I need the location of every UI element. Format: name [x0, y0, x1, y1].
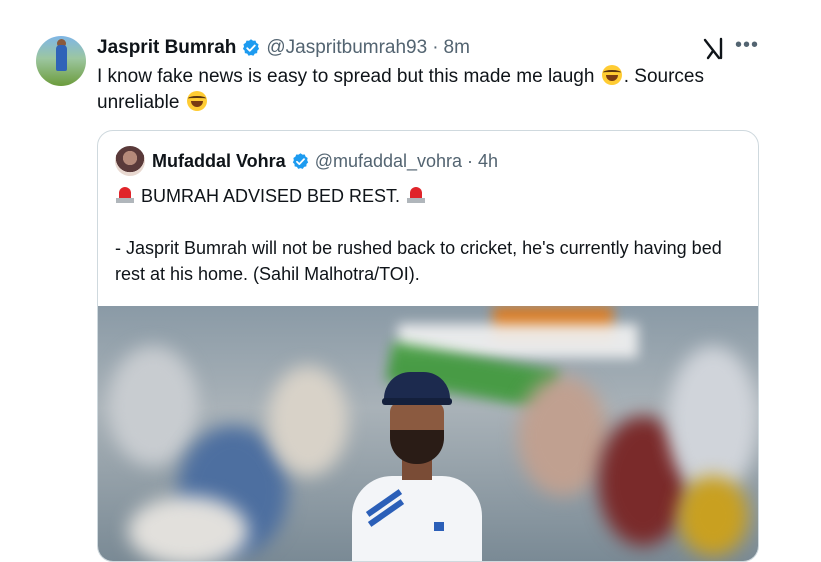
quoted-tweet-header: Mufaddal Vohra @mufaddal_vohra · 4h	[152, 147, 498, 175]
quoted-headline-text: BUMRAH ADVISED BED REST.	[141, 186, 401, 206]
photo-cricketer	[352, 372, 482, 561]
quoted-tweet-photo[interactable]	[98, 306, 758, 561]
verified-badge-icon[interactable]	[241, 38, 261, 58]
police-siren-icon	[115, 186, 135, 204]
quoted-author-avatar[interactable]	[115, 146, 145, 176]
tweet[interactable]: Jasprit Bumrah @Jaspritbumrah93 · 8m •••…	[0, 0, 821, 562]
quoted-tweet[interactable]: Mufaddal Vohra @mufaddal_vohra · 4h BUMR…	[97, 130, 759, 562]
avatar-figure-body	[56, 45, 67, 71]
photo-crowd-blur	[518, 376, 608, 496]
verified-badge-icon[interactable]	[291, 152, 310, 171]
quoted-author-handle[interactable]: @mufaddal_vohra	[315, 151, 462, 172]
laughing-with-tears-emoji	[601, 65, 622, 85]
photo-crowd-blur	[268, 366, 348, 476]
laughing-with-tears-emoji	[186, 91, 207, 111]
tweet-header: Jasprit Bumrah @Jaspritbumrah93 · 8m	[97, 34, 470, 62]
photo-crowd-blur	[678, 476, 748, 556]
author-handle[interactable]: @Jaspritbumrah93	[266, 37, 427, 59]
quoted-header-separator: ·	[467, 150, 474, 171]
quoted-body-text: - Jasprit Bumrah will not be rushed back…	[115, 238, 722, 284]
more-options-icon[interactable]: •••	[735, 34, 761, 60]
photo-crowd-blur	[108, 346, 198, 466]
grok-icon[interactable]	[702, 36, 726, 62]
tweet-text-part1: I know fake news is easy to spread but t…	[97, 66, 595, 87]
photo-crowd-blur	[128, 496, 248, 561]
tweet-text: I know fake news is easy to spread but t…	[97, 64, 757, 116]
quoted-headline: BUMRAH ADVISED BED REST.	[115, 183, 426, 209]
header-separator: ·	[432, 37, 439, 58]
author-name[interactable]: Jasprit Bumrah	[97, 37, 236, 59]
author-avatar[interactable]	[36, 36, 86, 86]
tweet-timestamp[interactable]: 8m	[444, 37, 470, 59]
quoted-tweet-timestamp[interactable]: 4h	[478, 151, 498, 172]
quoted-author-name[interactable]: Mufaddal Vohra	[152, 151, 286, 172]
photo-crowd-blur	[668, 346, 758, 496]
police-siren-icon	[406, 186, 426, 204]
